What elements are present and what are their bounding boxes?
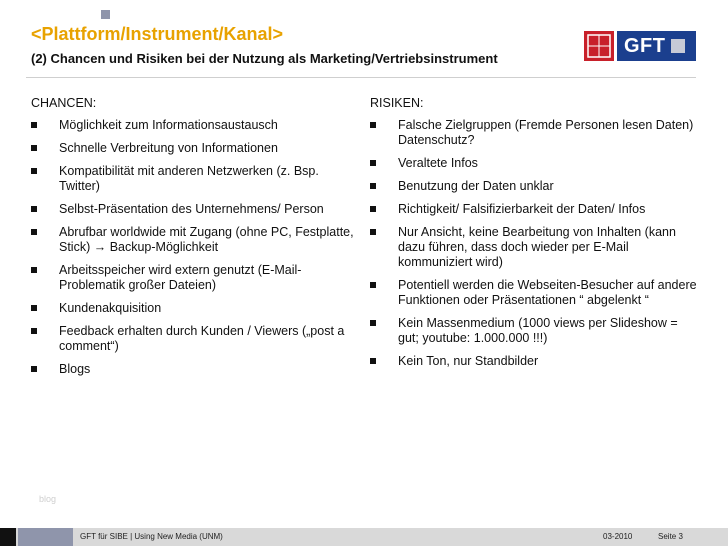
bullet-icon: [31, 145, 37, 151]
bullet-icon: [31, 328, 37, 334]
list-item: Selbst-Präsentation des Unternehmens/ Pe…: [31, 202, 361, 217]
bullet-icon: [370, 358, 376, 364]
footer-page-number: Seite 3: [658, 532, 683, 541]
brand-square-icon: [670, 39, 685, 53]
bullet-icon: [31, 206, 37, 212]
list-item: Abrufbar worldwide mit Zugang (ohne PC, …: [31, 225, 361, 255]
bullet-icon: [370, 320, 376, 326]
footer-black-block: [0, 528, 16, 546]
chancen-column: CHANCEN: Möglichkeit zum Informationsaus…: [31, 96, 361, 385]
gft-brand-block: GFT: [617, 31, 696, 61]
bullet-icon: [31, 305, 37, 311]
gft-logo: GFT: [584, 31, 696, 61]
chancen-heading: CHANCEN:: [31, 96, 97, 110]
list-item: Feedback erhalten durch Kunden / Viewers…: [31, 324, 361, 354]
bullet-icon: [370, 206, 376, 212]
list-item: Falsche Zielgruppen (Fremde Personen les…: [370, 118, 700, 148]
risiken-heading: RISIKEN:: [370, 96, 424, 110]
sibe-seal: [584, 31, 614, 61]
list-item: Arbeitsspeicher wird extern genutzt (E-M…: [31, 263, 361, 293]
bullet-icon: [370, 282, 376, 288]
faded-blog-label: blog: [39, 494, 57, 504]
footer-date: 03-2010: [603, 532, 633, 541]
list-item: Benutzung der Daten unklar: [370, 179, 700, 194]
list-item: Möglichkeit zum Informationsaustausch: [31, 118, 361, 133]
list-item: Kein Ton, nur Standbilder: [370, 354, 700, 369]
list-item: Blogs: [31, 362, 361, 377]
list-item: Schnelle Verbreitung von Informationen: [31, 141, 361, 156]
brand-text: GFT: [624, 34, 666, 57]
list-item: Kein Massenmedium (1000 views per Slides…: [370, 316, 700, 346]
bullet-icon: [31, 168, 37, 174]
list-item: Kundenakquisition: [31, 301, 361, 316]
bullet-icon: [31, 366, 37, 372]
list-item: Veraltete Infos: [370, 156, 700, 171]
footer-text: GFT für SIBE | Using New Media (UNM): [80, 532, 223, 541]
chancen-list: Möglichkeit zum Informationsaustausch Sc…: [31, 118, 361, 377]
decorative-square: [101, 10, 110, 19]
list-item: Kompatibilität mit anderen Netzwerken (z…: [31, 164, 361, 194]
bullet-icon: [31, 267, 37, 273]
list-item: Potentiell werden die Webseiten-Besucher…: [370, 278, 700, 308]
risiken-list: Falsche Zielgruppen (Fremde Personen les…: [370, 118, 700, 369]
footer-bar: GFT für SIBE | Using New Media (UNM) 03-…: [0, 528, 728, 546]
bullet-icon: [31, 122, 37, 128]
header-divider: [26, 77, 696, 78]
bullet-icon: [31, 229, 37, 235]
seal-icon: [587, 34, 611, 58]
slide-title: <Plattform/Instrument/Kanal>: [31, 24, 284, 44]
risiken-column: RISIKEN: Falsche Zielgruppen (Fremde Per…: [370, 96, 700, 377]
bullet-icon: [370, 160, 376, 166]
bullet-icon: [370, 122, 376, 128]
slide-subtitle: (2) Chancen und Risiken bei der Nutzung …: [31, 51, 498, 66]
bullet-icon: [370, 183, 376, 189]
bullet-icon: [370, 229, 376, 235]
footer-accent-block: [18, 528, 73, 546]
list-item: Richtigkeit/ Falsifizierbarkeit der Date…: [370, 202, 700, 217]
list-item: Nur Ansicht, keine Bearbeitung von Inhal…: [370, 225, 700, 270]
